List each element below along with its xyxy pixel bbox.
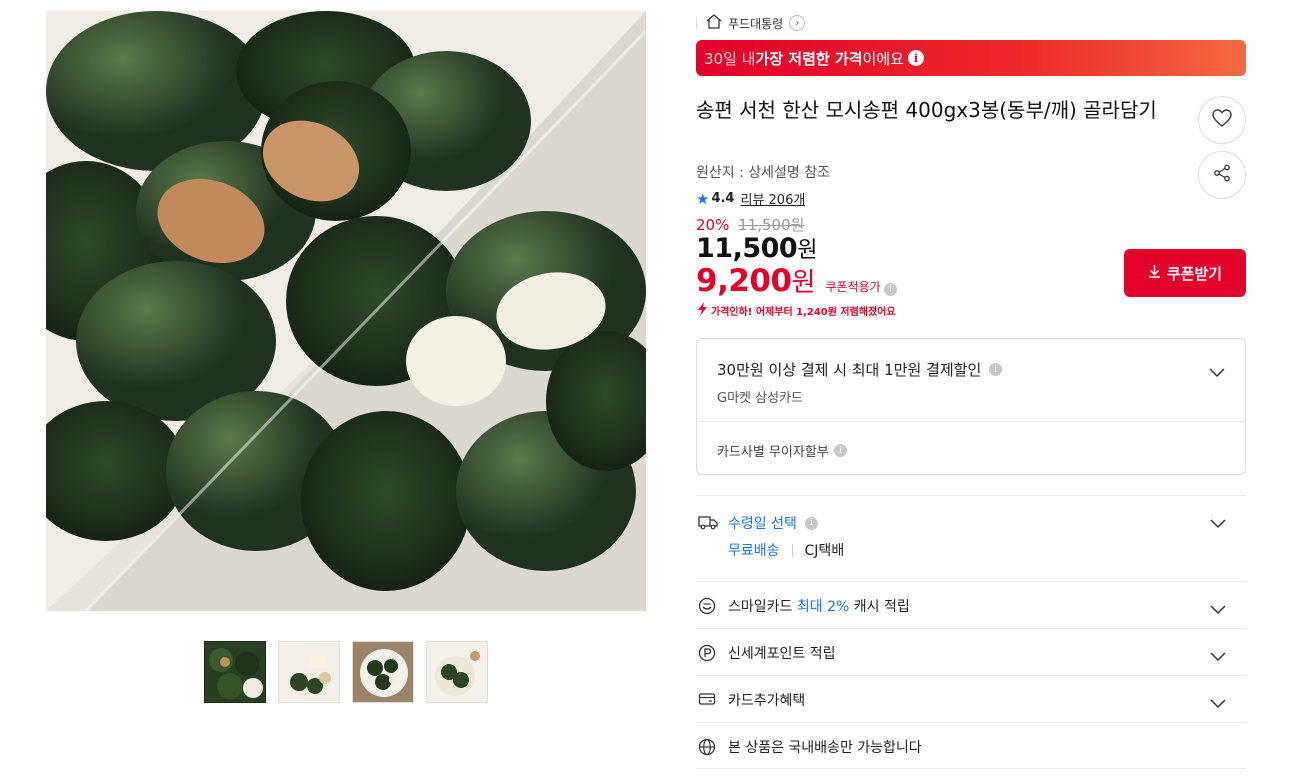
card-extra-benefit-label: 카드추가혜택: [728, 693, 806, 709]
shinsegae-point-label: 신세계포인트 적립: [728, 646, 836, 662]
chevron-down-icon[interactable]: [1209, 363, 1225, 378]
card-icon: [698, 691, 716, 709]
free-shipping: 무료배송: [728, 543, 780, 559]
product-main-image: [46, 11, 646, 611]
info-icon[interactable]: i: [907, 50, 924, 66]
share-icon: [1213, 164, 1231, 186]
smile-card-highlight: 최대 2%: [796, 599, 850, 615]
card-benefit-box: 30만원 이상 결제 시 최대 1만원 결제할인 i G마켓 삼성카드 카드사별…: [696, 338, 1246, 475]
card-discount-headline: 30만원 이상 결제 시 최대 1만원 결제할인: [717, 361, 982, 379]
breadcrumb-category[interactable]: 푸드대통령: [728, 15, 783, 32]
promo-suffix: 이에요: [862, 49, 904, 68]
thumbnail-4[interactable]: [426, 641, 488, 703]
origin-info: 원산지 : 상세설명 참조: [696, 165, 830, 181]
lowest-price-banner: 30일 내 가장 저렴한 가격 이에요 i: [696, 40, 1246, 76]
card-discount-headline-row[interactable]: 30만원 이상 결제 시 최대 1만원 결제할인 i: [717, 359, 1003, 380]
coupon-price: 9,200 원 쿠폰적용가 i: [696, 262, 897, 299]
domestic-shipping-row: 본 상품은 국내배송만 가능합니다: [696, 722, 1246, 769]
download-icon: [1148, 264, 1161, 282]
price-down-icon: [696, 302, 708, 319]
product-info-panel: 푸드대통령 › 30일 내 가장 저렴한 가격 이에요 i 송편 서천 한산 모시…: [696, 0, 1246, 781]
carrier-name: CJ택배: [804, 543, 845, 559]
thumbnail-strip: [204, 641, 488, 703]
chevron-down-icon[interactable]: [1210, 647, 1226, 662]
get-coupon-button[interactable]: 쿠폰받기: [1124, 249, 1246, 297]
heart-icon: [1212, 109, 1232, 131]
info-icon[interactable]: i: [989, 363, 1003, 376]
thumbnail-1[interactable]: [204, 641, 266, 703]
product-title: 송편 서천 한산 모시송편 400gx3봉(동부/깨) 골라담기: [696, 98, 1157, 122]
delivery-date-select[interactable]: 수령일 선택 i: [728, 513, 818, 533]
smile-card-text: 스마일카드 최대 2% 캐시 적립: [728, 596, 910, 616]
chevron-right-icon: ›: [789, 15, 806, 31]
info-icon[interactable]: i: [804, 516, 818, 530]
sale-price-number: 11,500: [696, 233, 798, 264]
coupon-price-note: 쿠폰적용가: [825, 280, 881, 294]
review-link[interactable]: 리뷰 206개: [740, 189, 805, 208]
smile-card-prefix: 스마일카드: [728, 599, 797, 615]
divider: [791, 543, 793, 557]
card-name: G마켓 삼성카드: [717, 391, 803, 406]
globe-icon: [698, 738, 716, 756]
card-extra-benefit-row[interactable]: 카드추가혜택: [696, 675, 1246, 722]
chevron-down-icon[interactable]: [1210, 600, 1226, 615]
thumbnail-2[interactable]: [278, 641, 340, 703]
breadcrumb-divider: [696, 17, 697, 29]
divider: [697, 421, 1245, 422]
smile-card-suffix: 캐시 적립: [849, 599, 910, 615]
chevron-down-icon[interactable]: [1210, 694, 1226, 709]
shipping-row[interactable]: 수령일 선택 i 무료배송 CJ택배: [696, 495, 1246, 581]
info-icon[interactable]: i: [833, 444, 847, 457]
smile-card-row[interactable]: 스마일카드 최대 2% 캐시 적립: [696, 581, 1246, 628]
star-icon: ★: [696, 189, 710, 208]
wishlist-button[interactable]: [1198, 96, 1246, 144]
rating-summary: ★ 4.4 리뷰 206개: [696, 189, 805, 209]
price-drop-notice: 가격인하! 어제부터 1,240원 저렴해졌어요: [696, 302, 896, 319]
sale-price-unit: 원: [797, 238, 817, 263]
thumbnail-3[interactable]: [352, 641, 414, 703]
coupon-price-number: 9,200: [696, 263, 792, 299]
home-icon: [706, 14, 722, 32]
delivery-date-label: 수령일 선택: [728, 516, 797, 532]
coupon-price-unit: 원: [791, 268, 816, 298]
promo-prefix: 30일 내: [704, 49, 756, 68]
get-coupon-label: 쿠폰받기: [1166, 264, 1223, 283]
shinsegae-point-row[interactable]: 신세계포인트 적립: [696, 628, 1246, 675]
point-icon: [698, 644, 716, 662]
price-drop-text: 가격인하! 어제부터 1,240원 저렴해졌어요: [711, 307, 896, 318]
rating-score: 4.4: [711, 191, 735, 206]
truck-icon: [698, 514, 718, 532]
share-button[interactable]: [1198, 151, 1246, 199]
shipping-details: 무료배송 CJ택배: [728, 540, 844, 560]
installment-label: 카드사별 무이자할부: [717, 445, 829, 460]
installment-row[interactable]: 카드사별 무이자할부 i: [717, 441, 847, 460]
promo-highlight: 가장 저렴한 가격: [755, 49, 863, 68]
sale-price: 11,500원: [696, 232, 817, 264]
breadcrumb[interactable]: 푸드대통령 ›: [706, 14, 806, 32]
domestic-shipping-label: 본 상품은 국내배송만 가능합니다: [728, 740, 922, 756]
smile-icon: [698, 597, 716, 615]
info-icon[interactable]: i: [883, 282, 897, 296]
chevron-down-icon[interactable]: [1210, 514, 1226, 529]
